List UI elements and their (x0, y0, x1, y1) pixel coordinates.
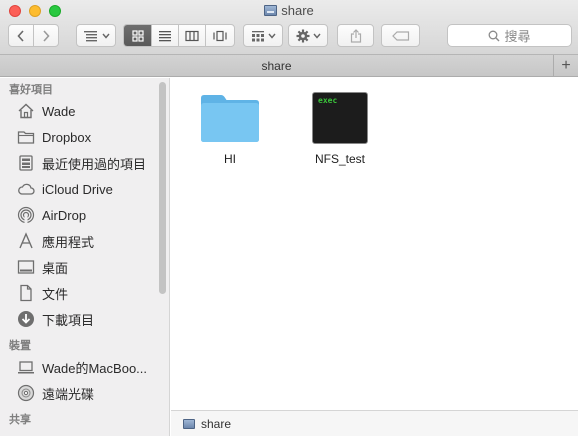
navigation-buttons (8, 24, 59, 47)
search-icon (489, 30, 500, 41)
cover-flow-view-button[interactable] (206, 25, 234, 46)
sidebar-item-label: 文件 (42, 286, 69, 302)
sidebar-item-macbook[interactable]: Wade的MacBoo... (0, 354, 169, 380)
path-bar: share (171, 410, 578, 436)
file-browser-area: HI exec NFS_test (171, 78, 578, 410)
share-button[interactable] (337, 24, 374, 47)
list-view-button[interactable] (152, 25, 179, 46)
sidebar-item-label: Wade的MacBoo... (42, 360, 148, 376)
sidebar-section-title: 裝置 (9, 340, 31, 352)
sidebar-section-title: 喜好項目 (9, 84, 53, 96)
sidebar-item-label: Dropbox (42, 129, 92, 145)
sidebar-item-label: 桌面 (42, 260, 69, 276)
sidebar-item-label: 應用程式 (42, 234, 95, 250)
file-name: NFS_test (314, 152, 365, 166)
list-icon (159, 30, 172, 41)
download-icon (17, 310, 35, 328)
sidebar-item-label: 下載項目 (42, 312, 95, 328)
exec-badge: exec (318, 96, 338, 105)
sidebar-item-dropbox[interactable]: Dropbox (0, 124, 169, 150)
sidebar-item-documents[interactable]: 文件 (0, 280, 169, 306)
sidebar-item-label: iCloud Drive (42, 181, 113, 197)
tab-share[interactable]: share (0, 59, 553, 73)
sidebar-item-label: AirDrop (42, 207, 87, 223)
chevron-down-icon (312, 33, 321, 39)
network-drive-icon (183, 418, 195, 429)
columns-icon (185, 30, 199, 41)
file-item-nfs-test[interactable]: exec NFS_test (295, 92, 385, 166)
sidebar-item-downloads[interactable]: 下載項目 (0, 306, 169, 332)
recents-icon (17, 154, 35, 172)
sidebar-section-title: 共享 (9, 414, 31, 426)
sidebar-item-applications[interactable]: 應用程式 (0, 228, 169, 254)
network-drive-icon (264, 5, 278, 16)
column-view-button[interactable] (179, 25, 206, 46)
folder-icon (201, 95, 259, 142)
sidebar-item-wade[interactable]: Wade (0, 98, 169, 124)
home-icon (17, 102, 35, 120)
file-item-hi[interactable]: HI (185, 92, 275, 166)
laptop-icon (17, 358, 35, 376)
group-menu-button[interactable] (243, 24, 283, 47)
disc-icon (17, 384, 35, 402)
sidebar-item-icloud-drive[interactable]: iCloud Drive (0, 176, 169, 202)
search-field[interactable]: 搜尋 (447, 24, 572, 47)
window-title-text: share (281, 3, 314, 18)
sidebar-item-recents[interactable]: 最近使用過的項目 (0, 150, 169, 176)
arrange-menu-button[interactable] (76, 24, 116, 47)
chevron-down-icon (101, 33, 110, 39)
search-placeholder: 搜尋 (504, 29, 531, 44)
document-icon (17, 284, 35, 302)
sidebar-item-label: Wade (42, 103, 76, 119)
cover-flow-icon (213, 30, 227, 41)
terminal-exec-icon: exec (312, 92, 368, 144)
gear-icon (296, 29, 309, 42)
path-bar-label[interactable]: share (201, 417, 231, 431)
chevron-down-icon (267, 33, 276, 39)
group-grid-icon (251, 30, 264, 41)
window-toolbar: share 搜尋 (0, 0, 578, 55)
sidebar-item-desktop[interactable]: 桌面 (0, 254, 169, 280)
tag-icon (391, 30, 409, 41)
forward-button[interactable] (34, 25, 58, 46)
tab-bar: share + (0, 55, 578, 77)
sidebar-item-label: 最近使用過的項目 (42, 156, 147, 172)
sidebar-item-remote-disc[interactable]: 遠端光碟 (0, 380, 169, 406)
sidebar: 喜好項目 Wade Dropbox 最近使用過的項目 iCloud Drive … (0, 78, 170, 436)
arrange-list-icon (83, 30, 97, 41)
icon-view-button[interactable] (124, 25, 153, 46)
airdrop-icon (17, 206, 35, 224)
back-button[interactable] (9, 25, 34, 46)
new-tab-button[interactable]: + (553, 55, 578, 77)
folder-icon (17, 128, 35, 146)
chevron-left-icon (17, 29, 24, 42)
sidebar-item-airdrop[interactable]: AirDrop (0, 202, 169, 228)
applications-icon (17, 232, 35, 250)
chevron-right-icon (43, 29, 50, 42)
window-title: share (0, 3, 578, 18)
desktop-icon (17, 258, 35, 276)
tags-button[interactable] (381, 24, 420, 47)
view-mode-selector (123, 24, 235, 47)
file-name: HI (224, 152, 236, 166)
grid-icon (132, 29, 144, 42)
sidebar-item-label: 遠端光碟 (42, 386, 95, 402)
action-menu-button[interactable] (288, 24, 328, 47)
sidebar-scrollbar[interactable] (159, 82, 166, 294)
cloud-icon (17, 180, 35, 198)
share-icon (350, 28, 361, 43)
